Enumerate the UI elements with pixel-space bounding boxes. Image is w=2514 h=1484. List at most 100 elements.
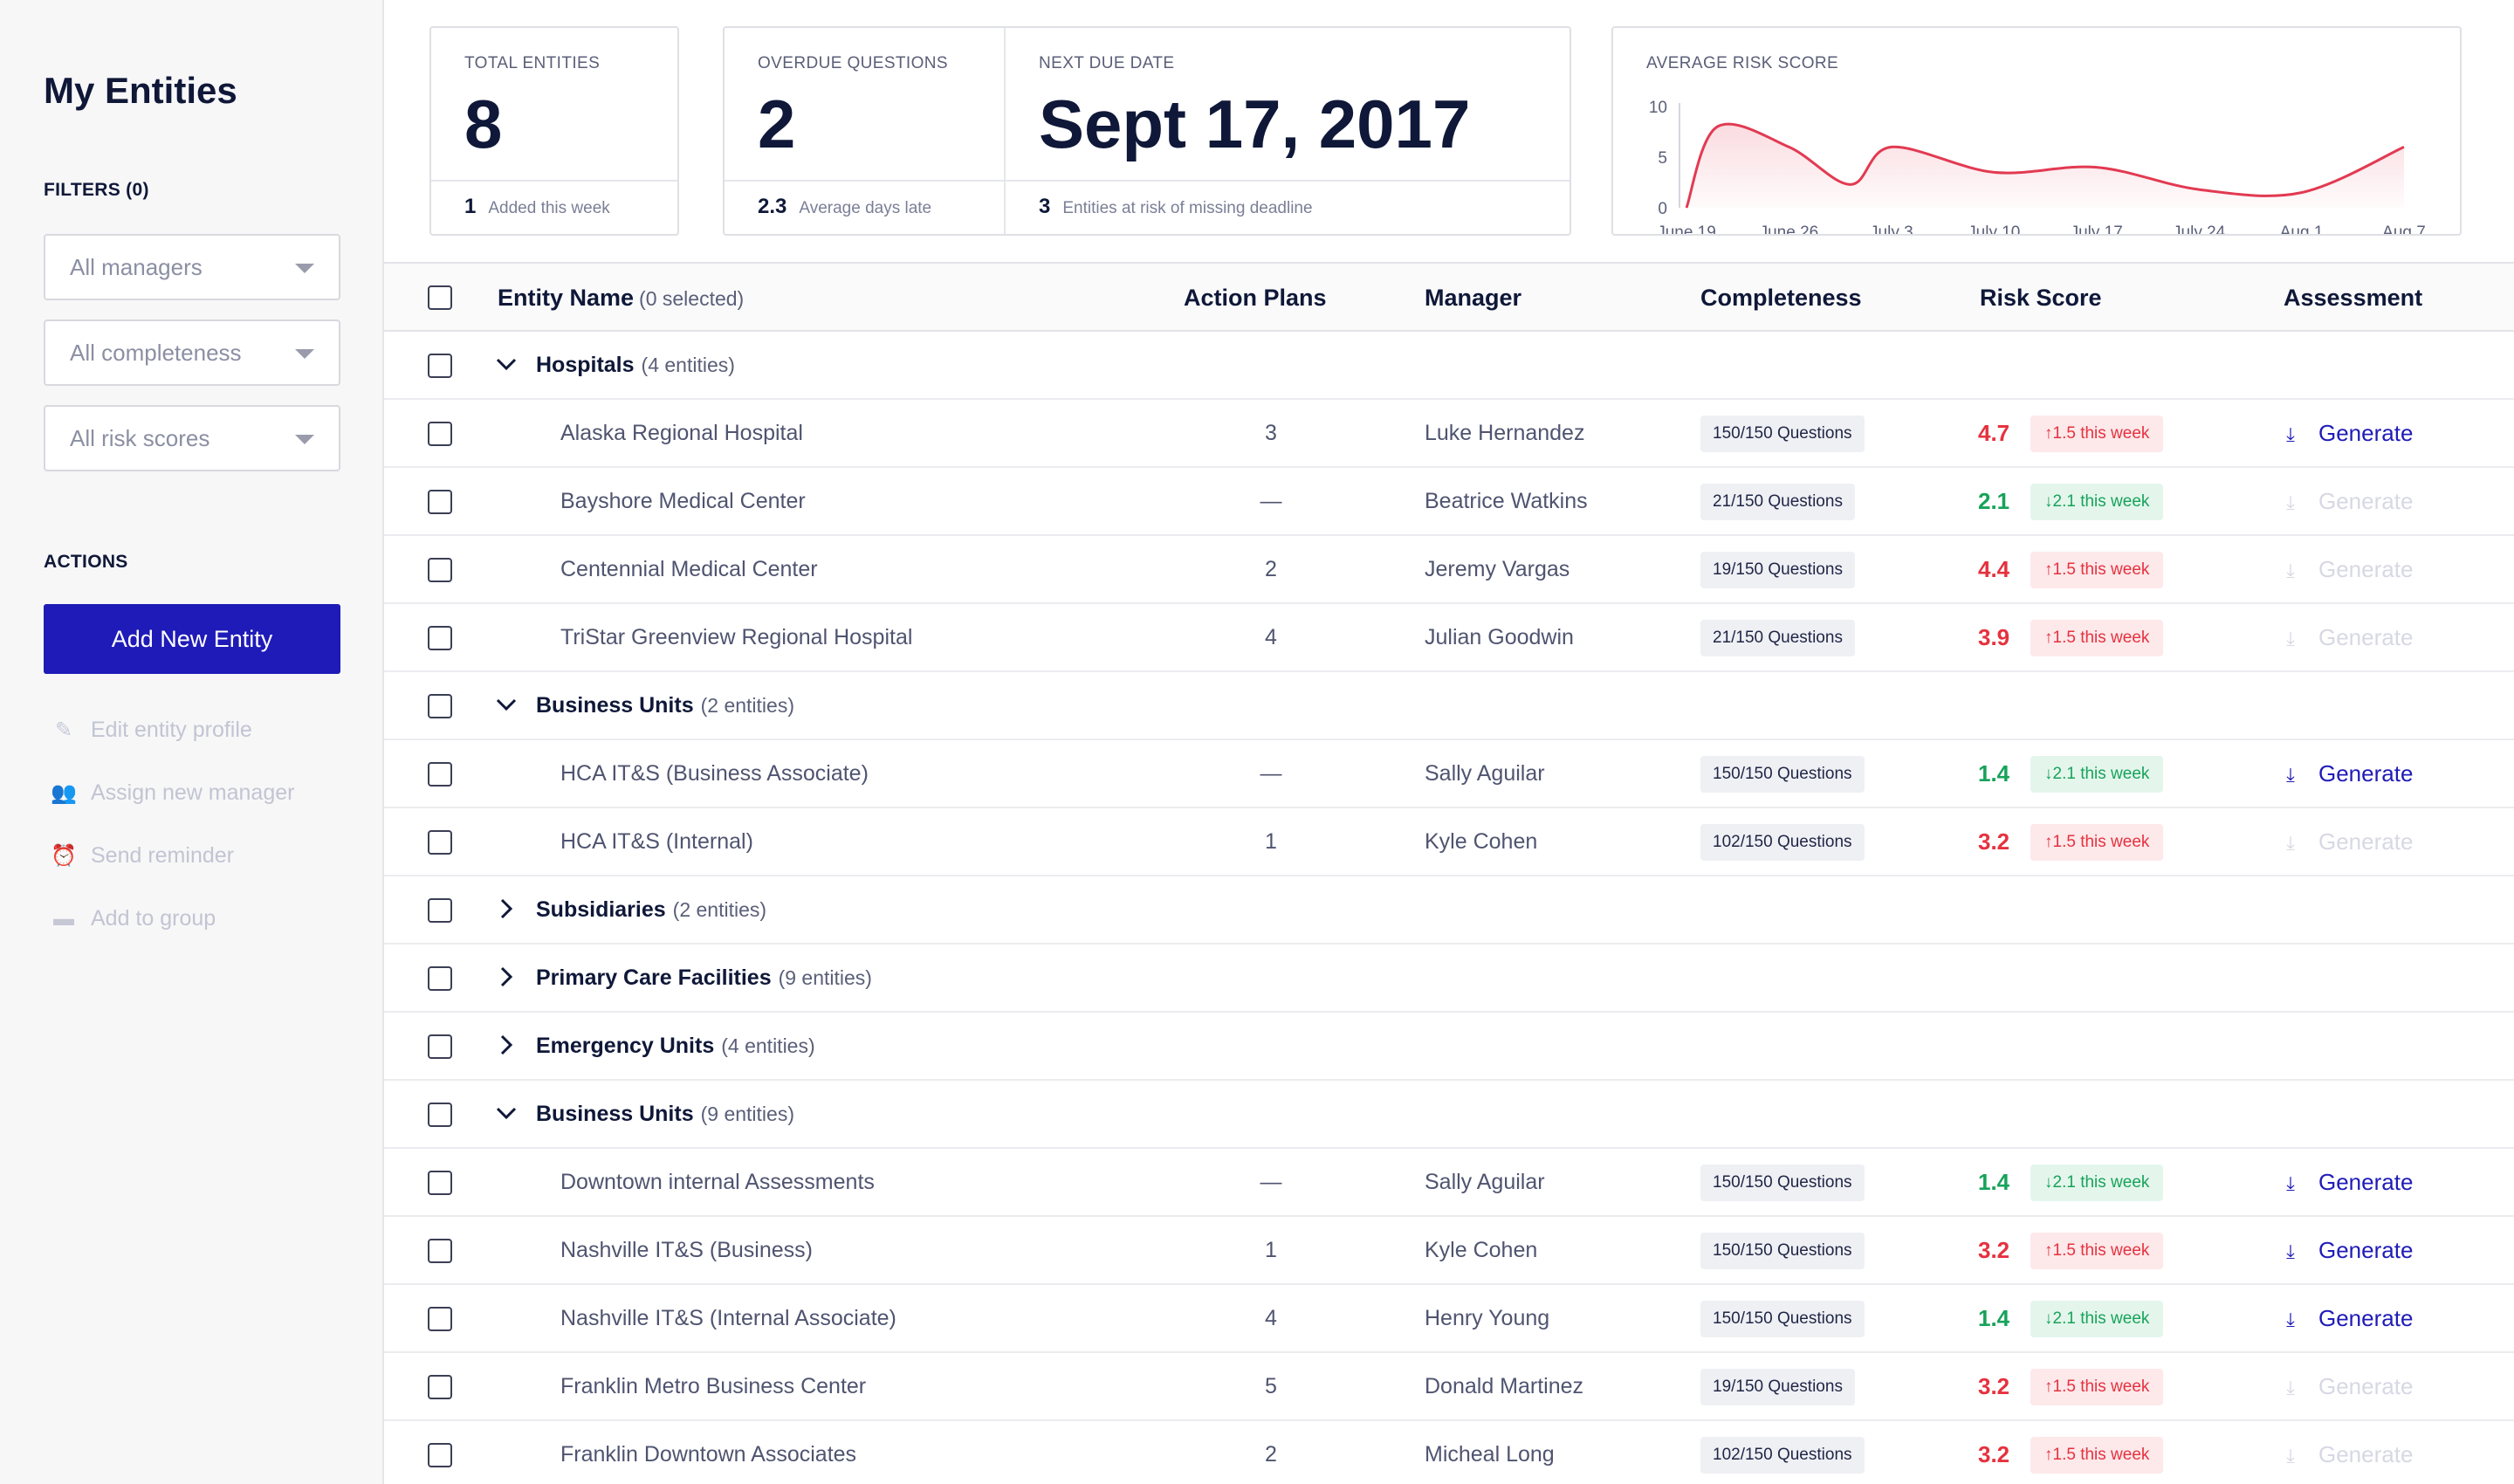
entity-name[interactable]: Franklin Downtown Associates xyxy=(560,1421,856,1484)
row-checkbox[interactable] xyxy=(428,558,452,582)
action-plans-count: 2 xyxy=(1265,1442,1277,1467)
entity-name[interactable]: TriStar Greenview Regional Hospital xyxy=(560,604,912,670)
group-toggle[interactable] xyxy=(496,1098,517,1130)
risk-delta-badge: ↑1.5 this week xyxy=(2030,824,2164,861)
send-reminder-action[interactable]: ⏰ Send reminder xyxy=(51,840,234,871)
table-row[interactable]: Franklin Downtown Associates 2 Micheal Lon… xyxy=(384,1421,2514,1484)
entity-name[interactable]: Downtown internal Assessments xyxy=(560,1149,875,1215)
row-checkbox[interactable] xyxy=(428,762,452,787)
entity-name[interactable]: HCA IT&S (Business Associate) xyxy=(560,740,869,807)
alarm-icon: ⏰ xyxy=(51,844,77,868)
group-row[interactable]: Business Units (9 entities) xyxy=(384,1081,2514,1149)
delta-text: 2.1 this week xyxy=(2052,492,2150,511)
row-checkbox[interactable] xyxy=(428,1239,452,1263)
table-row[interactable]: Centennial Medical Center 2 Jeremy Vargas 1… xyxy=(384,536,2514,604)
entity-name[interactable]: Nashville IT&S (Internal Associate) xyxy=(560,1285,896,1351)
row-checkbox[interactable] xyxy=(428,490,452,514)
header-completeness[interactable]: Completeness xyxy=(1700,264,1862,332)
generate-label: Generate xyxy=(2318,1237,2414,1263)
row-checkbox[interactable] xyxy=(428,1103,452,1127)
table-row[interactable]: Alaska Regional Hospital 3 Luke Hernandez 1… xyxy=(384,400,2514,468)
header-risk-score[interactable]: Risk Score xyxy=(1980,264,2102,332)
generate-button[interactable]: ⤓ Generate xyxy=(2280,1217,2413,1285)
arrow-up-icon: ↑ xyxy=(2044,560,2053,579)
entity-name[interactable]: Nashville IT&S (Business) xyxy=(560,1217,813,1283)
group-name: Business Units (2 entities) xyxy=(536,672,794,739)
add-to-group-action[interactable]: ▬ Add to group xyxy=(51,903,216,934)
group-row[interactable]: Emergency Units (4 entities) xyxy=(384,1013,2514,1081)
download-icon: ⤓ xyxy=(2286,832,2295,854)
group-toggle[interactable] xyxy=(496,690,517,721)
row-checkbox[interactable] xyxy=(428,830,452,855)
group-row[interactable]: Primary Care Facilities (9 entities) xyxy=(384,945,2514,1013)
row-checkbox[interactable] xyxy=(428,966,452,991)
row-checkbox[interactable] xyxy=(428,898,452,923)
table-row[interactable]: TriStar Greenview Regional Hospital 4 Juli… xyxy=(384,604,2514,672)
assign-new-manager-action[interactable]: 👥 Assign new manager xyxy=(51,777,294,808)
generate-button[interactable]: ⤓ Generate xyxy=(2280,400,2413,468)
risk-filter-select[interactable]: All risk scores xyxy=(44,405,340,471)
entity-name[interactable]: Franklin Metro Business Center xyxy=(560,1353,866,1419)
table-row[interactable]: Nashville IT&S (Business) 1 Kyle Cohen 150/… xyxy=(384,1217,2514,1285)
group-row[interactable]: Subsidiaries (2 entities) xyxy=(384,876,2514,945)
action-label: Assign new manager xyxy=(91,780,295,805)
group-toggle[interactable] xyxy=(496,962,517,993)
group-count: (2 entities) xyxy=(700,694,794,717)
completeness-badge: 150/150 Questions xyxy=(1700,1165,1865,1201)
header-action-plans[interactable]: Action Plans xyxy=(1184,264,1327,332)
action-plans-count: — xyxy=(1260,1170,1282,1194)
group-toggle[interactable] xyxy=(496,894,517,925)
table-row[interactable]: Nashville IT&S (Internal Associate) 4 Henr… xyxy=(384,1285,2514,1353)
add-new-entity-button[interactable]: Add New Entity xyxy=(44,604,340,674)
manager-name: Henry Young xyxy=(1425,1306,1550,1330)
entity-name[interactable]: Alaska Regional Hospital xyxy=(560,400,803,466)
table-row[interactable]: Bayshore Medical Center — Beatrice Watkins… xyxy=(384,468,2514,536)
row-checkbox[interactable] xyxy=(428,694,452,718)
generate-button[interactable]: ⤓ Generate xyxy=(2280,1285,2413,1353)
completeness-filter-select[interactable]: All completeness xyxy=(44,319,340,386)
chevron-right-icon xyxy=(500,1034,513,1055)
header-manager[interactable]: Manager xyxy=(1425,264,1521,332)
generate-button[interactable]: ⤓ Generate xyxy=(2280,1149,2413,1217)
entity-name[interactable]: Bayshore Medical Center xyxy=(560,468,806,534)
risk-area-fill xyxy=(1686,124,2404,208)
kpi-footer-label: Average days late xyxy=(799,199,932,217)
group-count: (9 entities) xyxy=(778,966,872,989)
manager-name: Luke Hernandez xyxy=(1425,421,1585,445)
risk-delta-badge: ↓2.1 this week xyxy=(2030,1165,2164,1201)
kpi-footer-value: 2.3 xyxy=(758,195,787,218)
row-checkbox[interactable] xyxy=(428,1034,452,1059)
row-checkbox[interactable] xyxy=(428,1307,452,1331)
generate-label: Generate xyxy=(2318,556,2414,582)
managers-filter-select[interactable]: All managers xyxy=(44,234,340,300)
group-toggle[interactable] xyxy=(496,349,517,381)
risk-score: 3.2 xyxy=(1978,1441,2010,1467)
header-entity-name[interactable]: Entity Name (0 selected) xyxy=(498,264,744,333)
table-row[interactable]: HCA IT&S (Internal) 1 Kyle Cohen 102/150 Qu… xyxy=(384,808,2514,876)
completeness-badge: 102/150 Questions xyxy=(1700,824,1865,861)
group-row[interactable]: Business Units (2 entities) xyxy=(384,672,2514,740)
entity-name[interactable]: HCA IT&S (Internal) xyxy=(560,808,753,875)
header-label: Entity Name xyxy=(498,285,635,311)
row-checkbox[interactable] xyxy=(428,354,452,378)
header-assessment[interactable]: Assessment xyxy=(2284,264,2422,332)
row-checkbox[interactable] xyxy=(428,626,452,650)
group-row[interactable]: Hospitals (4 entities) xyxy=(384,332,2514,400)
table-row[interactable]: Franklin Metro Business Center 5 Donald Ma… xyxy=(384,1353,2514,1421)
row-checkbox[interactable] xyxy=(428,422,452,446)
row-checkbox[interactable] xyxy=(428,1171,452,1195)
group-toggle[interactable] xyxy=(496,1030,517,1061)
delta-text: 2.1 this week xyxy=(2052,1173,2150,1192)
edit-entity-profile-action[interactable]: ✎ Edit entity profile xyxy=(51,714,252,745)
generate-button[interactable]: ⤓ Generate xyxy=(2280,740,2413,808)
select-all-checkbox[interactable] xyxy=(428,285,452,310)
entity-name[interactable]: Centennial Medical Center xyxy=(560,536,818,602)
table-row[interactable]: Downtown internal Assessments — Sally Agui… xyxy=(384,1149,2514,1217)
risk-score: 4.7 xyxy=(1978,420,2010,446)
table-row[interactable]: HCA IT&S (Business Associate) — Sally Agui… xyxy=(384,740,2514,808)
row-checkbox[interactable] xyxy=(428,1443,452,1467)
group-label: Emergency Units xyxy=(536,1034,715,1058)
row-checkbox[interactable] xyxy=(428,1375,452,1399)
x-tick-label: July 17 xyxy=(2071,223,2123,234)
action-label: Edit entity profile xyxy=(91,718,252,742)
